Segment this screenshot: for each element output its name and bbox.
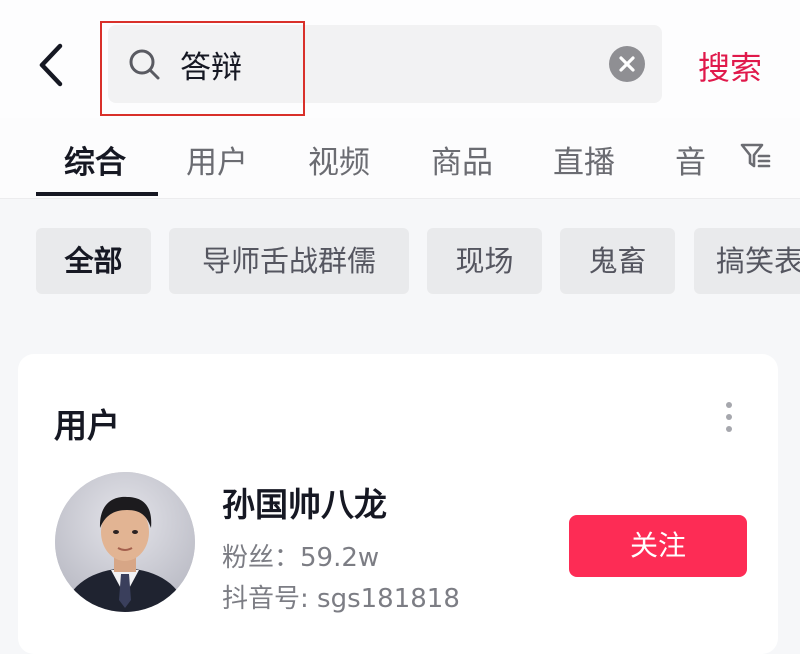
more-vertical-icon: [726, 402, 732, 408]
clear-search-button[interactable]: [609, 46, 645, 82]
search-box[interactable]: [108, 25, 662, 103]
active-tab-indicator: [36, 192, 158, 196]
search-icon: [129, 49, 160, 80]
more-dot: [726, 414, 732, 420]
category-tabs: 综合 用户 视频 商品 直播 音: [0, 118, 800, 199]
user-name[interactable]: 孙国帅八龙: [222, 478, 387, 526]
follow-button[interactable]: 关注: [569, 515, 747, 577]
clear-icon: [619, 56, 635, 72]
more-options-button[interactable]: [718, 400, 740, 434]
tab-music[interactable]: 音: [675, 137, 706, 182]
sub-filter-chips: 全部 导师舌战群儒 现场 鬼畜 搞笑表: [0, 199, 800, 329]
filter-icon: [740, 143, 771, 168]
tab-users[interactable]: 用户: [186, 137, 248, 182]
chip-live-scene[interactable]: 现场: [427, 228, 542, 294]
top-search-bar: 搜索: [0, 0, 800, 118]
more-dot: [726, 426, 732, 432]
tab-videos[interactable]: 视频: [308, 137, 370, 182]
back-arrow-icon: [39, 43, 63, 87]
user-result-card: 用户 孙国帅八龙 粉丝：59.2w 抖音号: sgs181818 关注: [18, 354, 778, 654]
search-input[interactable]: [180, 43, 600, 85]
filter-button[interactable]: [738, 138, 772, 172]
section-title: 用户: [54, 406, 120, 445]
chip-mentor-debate[interactable]: 导师舌战群儒: [169, 228, 409, 294]
chip-all[interactable]: 全部: [36, 228, 151, 294]
avatar[interactable]: [55, 472, 195, 612]
chip-kichiku[interactable]: 鬼畜: [560, 228, 675, 294]
follower-count: 粉丝：59.2w: [222, 543, 380, 573]
tab-live[interactable]: 直播: [553, 137, 615, 182]
avatar-portrait: [55, 472, 195, 612]
douyin-id: 抖音号: sgs181818: [222, 584, 460, 614]
back-button[interactable]: [30, 40, 76, 90]
tab-products[interactable]: 商品: [431, 137, 493, 182]
search-submit-button[interactable]: 搜索: [698, 43, 762, 89]
tab-comprehensive[interactable]: 综合: [64, 137, 126, 182]
chip-funny[interactable]: 搞笑表: [694, 228, 800, 294]
